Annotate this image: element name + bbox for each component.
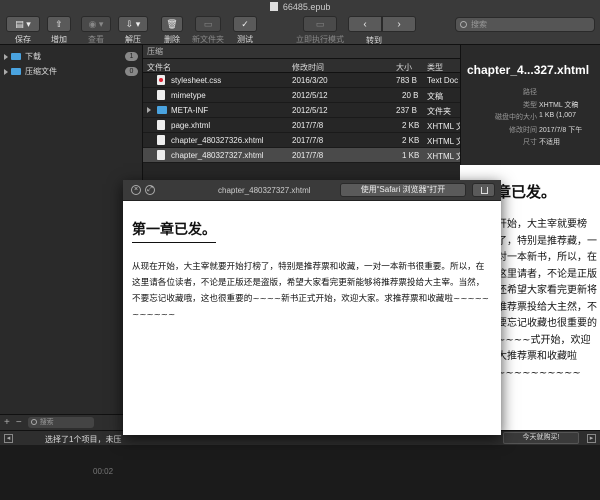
navigation-buttons: ‹ › — [348, 16, 416, 32]
back-button[interactable]: ‹ — [348, 16, 382, 32]
file-list: 压缩 文件名 修改时间 大小 类型 stylesheet.css 2016/3/… — [143, 45, 460, 180]
remove-location-button[interactable]: − — [16, 417, 22, 428]
css-file-icon — [157, 75, 165, 85]
file-icon — [157, 135, 165, 145]
inspector-title: chapter_4...327.xhtml — [467, 63, 590, 77]
forward-button[interactable]: › — [382, 16, 416, 32]
execute-mode-icon: ▭ — [303, 16, 337, 32]
window-titlebar: 66485.epub — [0, 0, 600, 14]
file-icon — [157, 90, 165, 100]
buy-today-button[interactable]: 今天就购买! — [503, 432, 579, 444]
fullscreen-icon[interactable]: ⤢ — [145, 185, 155, 195]
extract-icon: ⇩ ▾ — [118, 16, 148, 32]
sidebar: 下载 1 压缩文件 0 + − 搜索 — [0, 45, 143, 430]
column-modified[interactable]: 修改时间 — [292, 62, 324, 73]
file-icon — [157, 150, 165, 160]
column-header: 文件名 修改时间 大小 类型 — [143, 59, 460, 73]
add-icon: ⇧ — [47, 16, 71, 32]
save-button[interactable]: ▤ ▾ 保存 — [6, 16, 40, 45]
column-kind[interactable]: 类型 — [427, 62, 443, 73]
trash-icon: 🗑 — [161, 16, 183, 32]
time-label: 00:02 — [93, 467, 114, 476]
table-row[interactable]: META-INF 2012/5/12 237 B 文件夹 — [143, 103, 460, 118]
disclosure-triangle-icon[interactable] — [4, 68, 8, 75]
disclosure-triangle-icon[interactable] — [147, 107, 151, 113]
count-badge: 0 — [125, 67, 138, 76]
save-icon: ▤ ▾ — [6, 16, 40, 32]
window-title: 66485.epub — [282, 2, 331, 12]
sidebar-footer: + − 搜索 — [0, 414, 143, 430]
new-folder-icon: ▭ — [195, 16, 221, 32]
preview-heading: 章已发。 — [496, 183, 557, 201]
chevron-right-icon: › — [397, 18, 401, 30]
breadcrumb[interactable]: 压缩 — [143, 45, 460, 59]
close-icon[interactable]: × — [131, 185, 141, 195]
column-name[interactable]: 文件名 — [147, 62, 171, 73]
preview-body: 开始，大主宰就要榜了，特别是推荐藏，一对一本新书，所以，在这里请者，不论是正版还… — [497, 219, 597, 379]
extract-button[interactable]: ⇩ ▾ 解压 — [118, 16, 148, 45]
chapter-heading: 第一章已发。 — [132, 219, 216, 243]
file-icon — [157, 120, 165, 130]
table-row[interactable]: mimetype 2012/5/12 20 B 文稿 — [143, 88, 460, 103]
view-icon: ◉ ▾ — [81, 16, 111, 32]
search-input[interactable]: 搜索 — [455, 17, 595, 32]
arrow-left-icon[interactable]: ◂ — [4, 434, 13, 443]
delete-button[interactable]: 🗑 删除 — [160, 16, 184, 45]
disclosure-triangle-icon[interactable] — [4, 53, 8, 60]
folder-icon — [11, 53, 21, 60]
table-row[interactable]: page.xhtml 2017/7/8 2 KB XHTML 文 — [143, 118, 460, 133]
checkmark-icon: ✓ — [233, 16, 257, 32]
folder-icon — [11, 68, 21, 75]
sidebar-search-input[interactable]: 搜索 — [27, 417, 94, 428]
execute-now-mode-button[interactable]: ▭ 立即执行模式 — [292, 16, 348, 45]
search-icon — [30, 419, 37, 425]
share-icon[interactable] — [472, 183, 495, 197]
toolbar: ▤ ▾ 保存 ⇧ 增加 ◉ ▾ 查看 ⇩ ▾ 解压 🗑 删除 ▭ 新文件夹 ✓ … — [0, 14, 600, 45]
test-button[interactable]: ✓ 测试 — [232, 16, 258, 45]
add-button[interactable]: ⇧ 增加 — [46, 16, 72, 45]
table-row[interactable]: stylesheet.css 2016/3/20 783 B Text Doc — [143, 73, 460, 88]
quick-look-content: 第一章已发。 从现在开始，大主宰就要开始打榜了，特别是推荐票和收藏，一对一本新书… — [123, 201, 501, 323]
background-area: 00:02 — [0, 445, 600, 500]
table-row[interactable]: chapter_480327326.xhtml 2017/7/8 2 KB XH… — [143, 133, 460, 148]
open-with-safari-button[interactable]: 使用“Safari 浏览器”打开 — [340, 183, 466, 197]
search-icon — [460, 21, 467, 28]
chapter-body: 从现在开始，大主宰就要开始打榜了，特别是推荐票和收藏，一对一本新书很重要。所以，… — [132, 262, 489, 320]
folder-icon — [157, 106, 167, 114]
new-folder-button[interactable]: ▭ 新文件夹 — [190, 16, 226, 45]
chevron-left-icon: ‹ — [363, 18, 367, 30]
quick-look-window: × ⤢ chapter_480327327.xhtml 使用“Safari 浏览… — [123, 180, 501, 435]
add-location-button[interactable]: + — [4, 417, 10, 428]
document-icon — [269, 2, 278, 11]
column-size[interactable]: 大小 — [396, 62, 412, 73]
sidebar-item-archives[interactable]: 压缩文件 0 — [0, 64, 142, 79]
status-text: 选择了1个项目，未压 — [45, 435, 122, 444]
inspector-panel: chapter_4...327.xhtml 路径 类型 XHTML 文稿 磁盘中… — [460, 45, 600, 165]
table-row-selected[interactable]: chapter_480327327.xhtml 2017/7/8 1 KB XH… — [143, 148, 460, 163]
quick-look-titlebar: × ⤢ chapter_480327327.xhtml 使用“Safari 浏览… — [123, 180, 501, 201]
view-button[interactable]: ◉ ▾ 查看 — [80, 16, 112, 45]
count-badge: 1 — [125, 52, 138, 61]
arrow-right-icon[interactable]: ▸ — [587, 434, 596, 443]
sidebar-item-downloads[interactable]: 下载 1 — [0, 49, 142, 64]
quick-look-title: chapter_480327327.xhtml — [218, 186, 311, 195]
